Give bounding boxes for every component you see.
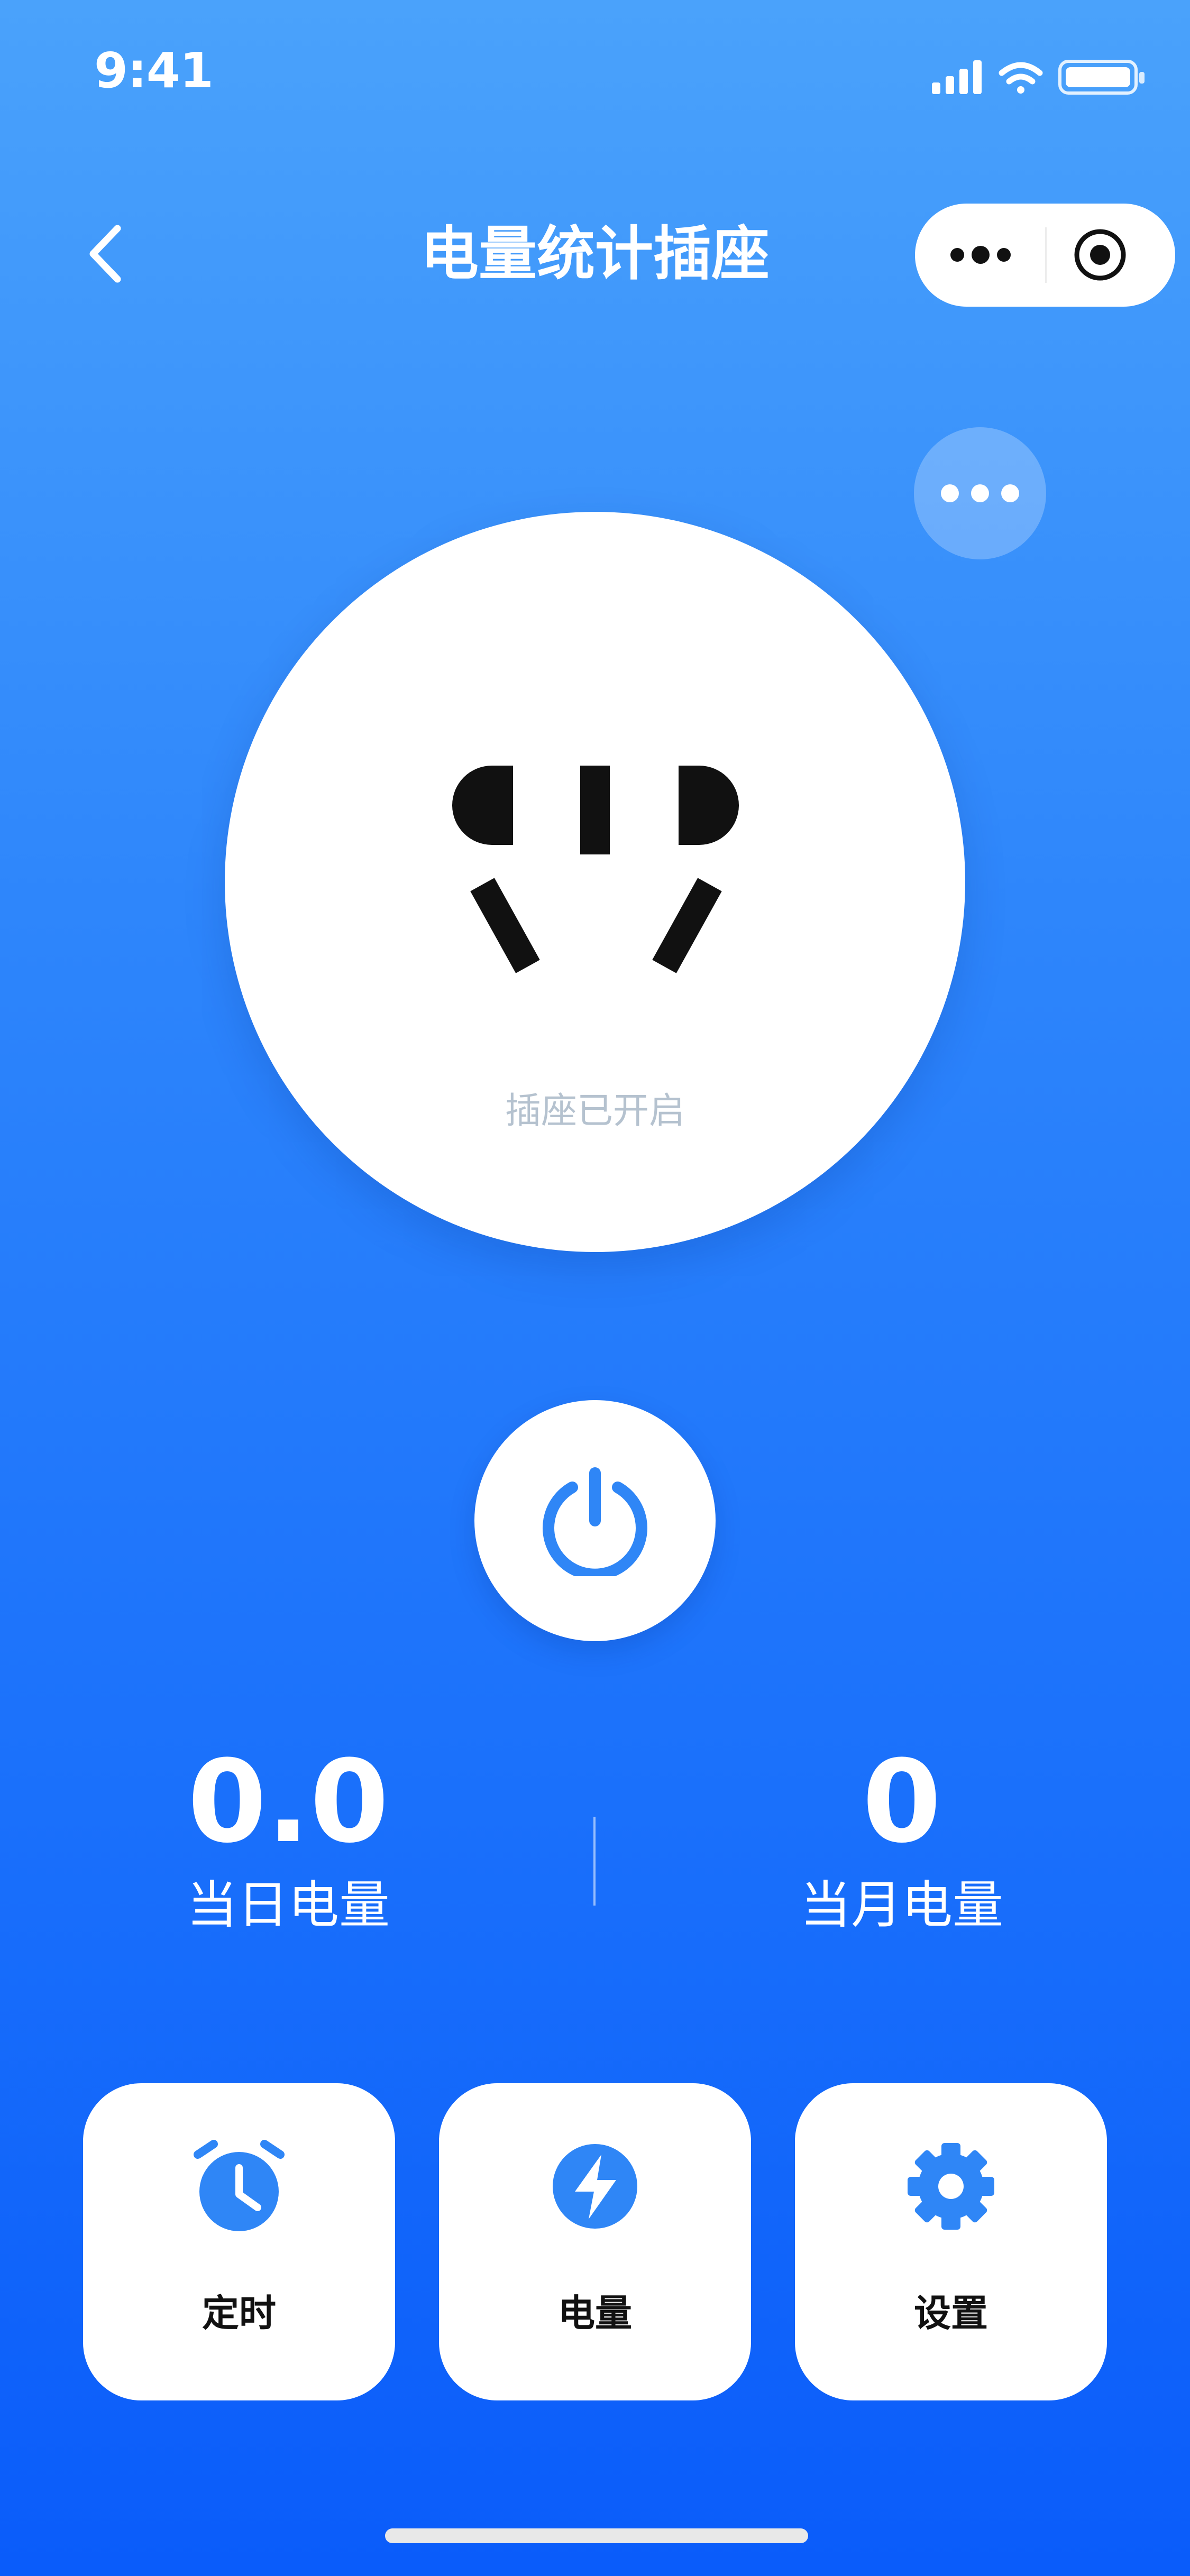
close-target-icon[interactable]: [1073, 227, 1128, 283]
power-button[interactable]: [474, 1400, 716, 1641]
lightning-icon: [553, 2144, 637, 2229]
capsule-divider: [1045, 227, 1047, 283]
mini-program-capsule: [915, 204, 1175, 307]
settings-card-button[interactable]: 设置: [795, 2083, 1107, 2400]
status-time: 9:41: [94, 42, 214, 99]
socket-outlet-icon: [452, 766, 739, 973]
socket-status-text: 插座已开启: [505, 1090, 685, 1132]
home-indicator[interactable]: [385, 2528, 808, 2543]
monthly-energy-value: 0: [862, 1735, 941, 1868]
daily-energy-label: 当日电量: [187, 1875, 390, 1935]
gear-icon: [908, 2143, 994, 2230]
daily-energy-value: 0.0: [187, 1735, 389, 1868]
energy-label: 电量: [558, 2292, 632, 2335]
power-icon: [543, 1467, 647, 1576]
signal-icon: [932, 60, 982, 94]
alarm-clock-icon: [194, 2140, 285, 2231]
capsule-more-icon[interactable]: [948, 235, 1017, 275]
status-icons: [932, 60, 1145, 95]
socket-panel[interactable]: 插座已开启: [225, 512, 965, 1252]
more-options-button[interactable]: [914, 427, 1046, 559]
timer-card-button[interactable]: 定时: [83, 2083, 395, 2400]
battery-icon: [1058, 60, 1145, 95]
settings-label: 设置: [914, 2292, 988, 2335]
stats-divider: [593, 1817, 596, 1906]
timer-label: 定时: [202, 2292, 276, 2335]
energy-card-button[interactable]: 电量: [439, 2083, 751, 2400]
wifi-icon: [999, 62, 1043, 94]
monthly-energy-label: 当月电量: [800, 1875, 1003, 1935]
more-dots-icon: [941, 484, 1019, 502]
